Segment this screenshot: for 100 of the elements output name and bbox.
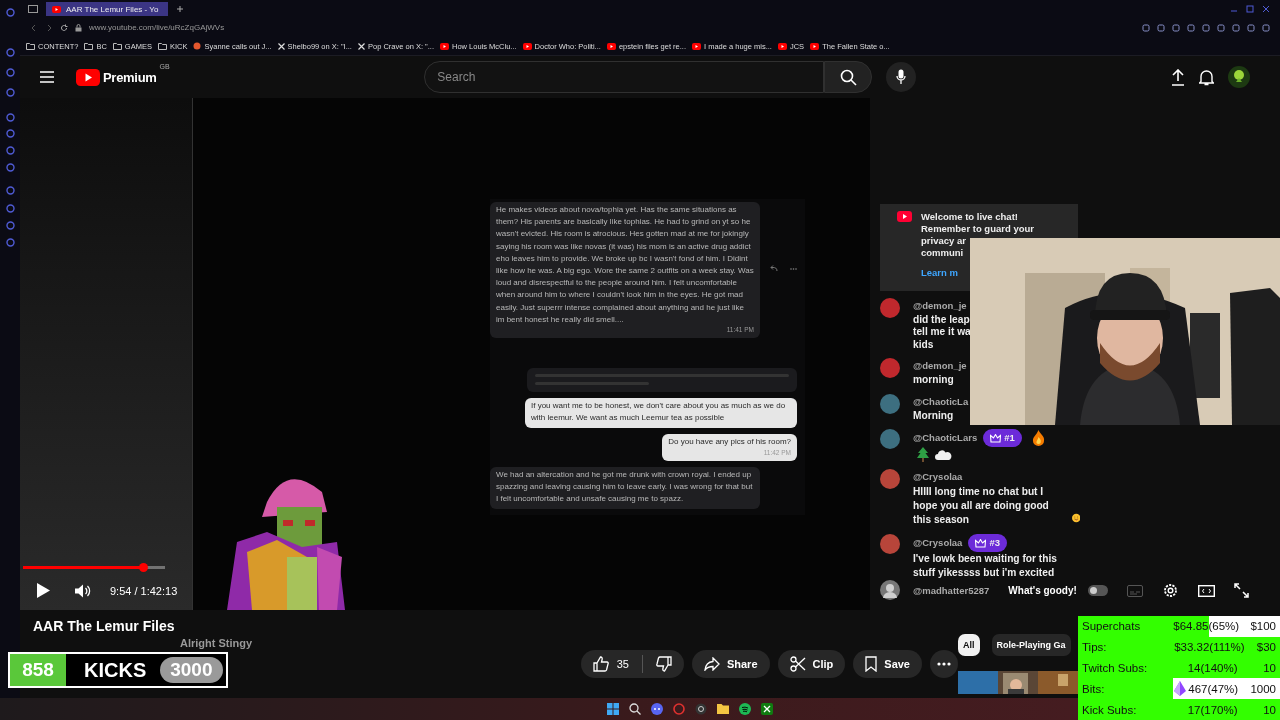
app-icon[interactable] — [6, 68, 15, 77]
lock-icon — [75, 23, 82, 32]
author-name[interactable]: @demon_je — [913, 360, 967, 371]
avatar — [880, 580, 900, 600]
bell-icon[interactable] — [1199, 68, 1214, 86]
search-button[interactable] — [824, 61, 873, 93]
goal-target: 10 — [1263, 703, 1276, 716]
author-name[interactable]: @ChaoticLa — [913, 395, 969, 407]
browser-icon[interactable] — [673, 703, 685, 715]
thumbs-down-icon[interactable] — [655, 656, 672, 672]
theater-mode-icon[interactable] — [1198, 584, 1215, 597]
tab-list-icon[interactable] — [28, 5, 38, 13]
autoplay-toggle[interactable] — [1088, 585, 1108, 596]
recorder-icon[interactable] — [695, 703, 707, 715]
more-button[interactable] — [930, 650, 958, 678]
x-logo-icon — [277, 42, 285, 50]
tree-icon — [917, 447, 929, 462]
message-text: HIIII long time no chat but I hope you all are doing good this season — [913, 485, 1050, 527]
author-name[interactable]: @demon_je — [913, 299, 967, 311]
forward-icon[interactable] — [45, 23, 53, 32]
message-text: Do you have any pics of his room? — [668, 436, 791, 449]
settings-icon[interactable] — [1162, 582, 1179, 599]
captions-icon[interactable] — [1127, 584, 1143, 597]
crown-icon — [990, 433, 1002, 443]
rank-number: #1 — [1004, 431, 1015, 445]
menu-icon[interactable] — [40, 71, 54, 83]
kick-count: 858 — [10, 654, 66, 686]
cloud-icon — [935, 449, 952, 460]
x-logo-icon — [357, 42, 365, 50]
learn-more-link[interactable]: Learn m — [921, 267, 958, 278]
folder-icon[interactable] — [717, 704, 729, 714]
play-icon[interactable] — [37, 583, 50, 598]
action-button[interactable]: Save — [853, 650, 922, 678]
thumbs-up-icon[interactable] — [592, 656, 609, 672]
search-field[interactable]: Search — [424, 61, 825, 93]
author-name[interactable]: @madhatter5287 — [913, 584, 990, 596]
app-icon[interactable] — [6, 8, 15, 17]
microphone-icon — [896, 69, 907, 85]
search-icon[interactable] — [629, 703, 641, 715]
like-count: 35 — [616, 658, 629, 670]
action-button[interactable]: Clip — [777, 650, 846, 678]
avatar[interactable] — [1228, 66, 1250, 88]
chat-app-icon[interactable] — [651, 703, 663, 715]
goal-target: 10 — [1263, 662, 1276, 674]
game-app-icon[interactable] — [761, 703, 773, 715]
app-icon[interactable] — [6, 48, 15, 57]
reply-icon — [770, 265, 778, 272]
search-icon — [839, 68, 857, 86]
notice-text: Remember to guard your — [921, 223, 1034, 235]
new-tab-icon[interactable] — [176, 5, 184, 13]
rank-number: #3 — [989, 536, 1000, 550]
video-icon — [777, 42, 787, 50]
kick-goal: 3000 — [160, 657, 223, 683]
notice-text: communi — [921, 247, 964, 259]
video-icon — [606, 42, 616, 50]
more-icon — [937, 662, 951, 666]
volume-icon[interactable] — [75, 583, 91, 598]
goal-label: Twitch Subs: — [1082, 662, 1149, 674]
message-text: If you want me to be honest, we don't care about you as much as we do with leemur. We want as much Leemur tea as possible — [531, 400, 787, 425]
filter-chip[interactable]: Role-Playing Ga — [991, 634, 1071, 656]
message-text: What's goody! — [1008, 584, 1077, 596]
restore-icon[interactable] — [1246, 5, 1254, 13]
goal-target: $30 — [1256, 641, 1276, 654]
author-name[interactable]: @ChaoticLars — [913, 430, 978, 446]
music-app-icon[interactable] — [739, 703, 751, 715]
filter-chip[interactable]: All — [958, 634, 980, 656]
message-text: We had an altercation and he got me drunk with crown royal. I ended up spazzing and leaving causing him to leave early. I was wrong for that but I felt uncomfortable and unsafe causing me to spazz. — [496, 468, 754, 506]
gem-icon — [1174, 681, 1187, 697]
upload-icon[interactable] — [1171, 68, 1185, 86]
back-icon[interactable] — [30, 23, 38, 32]
action-button[interactable]: Share — [691, 650, 770, 678]
kick-label: KICKS — [84, 658, 147, 682]
folder-icon — [157, 42, 167, 50]
fullscreen-icon[interactable] — [1234, 583, 1249, 598]
author-name[interactable]: @Crysolaa — [913, 469, 963, 485]
address-field[interactable]: www.youtube.com/live/uRcZqGAjWVs — [89, 23, 225, 32]
microphone-button[interactable] — [886, 62, 917, 92]
reload-icon[interactable] — [60, 23, 68, 32]
app-icon[interactable] — [6, 88, 15, 97]
folder-icon — [26, 42, 35, 50]
bookmark-icon — [865, 656, 878, 672]
goal-label: Tips: — [1082, 641, 1108, 654]
channel-name[interactable]: Alright Stingy — [180, 637, 958, 649]
video-icon — [52, 5, 61, 13]
video-icon — [810, 42, 820, 50]
windows-icon[interactable] — [607, 703, 619, 715]
browser-tab[interactable]: AAR The Lemur Files - Yo — [46, 2, 168, 16]
goal-label: Kick Subs: — [1082, 703, 1138, 716]
play-logo-icon — [897, 211, 912, 222]
share-icon — [703, 657, 720, 671]
message-text: I've lowk been waiting for this stuff yikessss but i'm excited — [913, 552, 1058, 580]
goal-value: 14(140%) — [1187, 662, 1238, 674]
author-name[interactable]: @Crysolaa — [913, 535, 963, 551]
video-icon — [440, 42, 449, 50]
like-dislike-control[interactable]: 35 — [580, 650, 684, 678]
scissors-icon — [789, 656, 806, 672]
goal-label: Bits: — [1082, 682, 1106, 695]
video-icon — [692, 42, 701, 50]
goal-value: $33.32(111%) — [1174, 641, 1245, 654]
close-icon[interactable] — [1262, 5, 1270, 13]
